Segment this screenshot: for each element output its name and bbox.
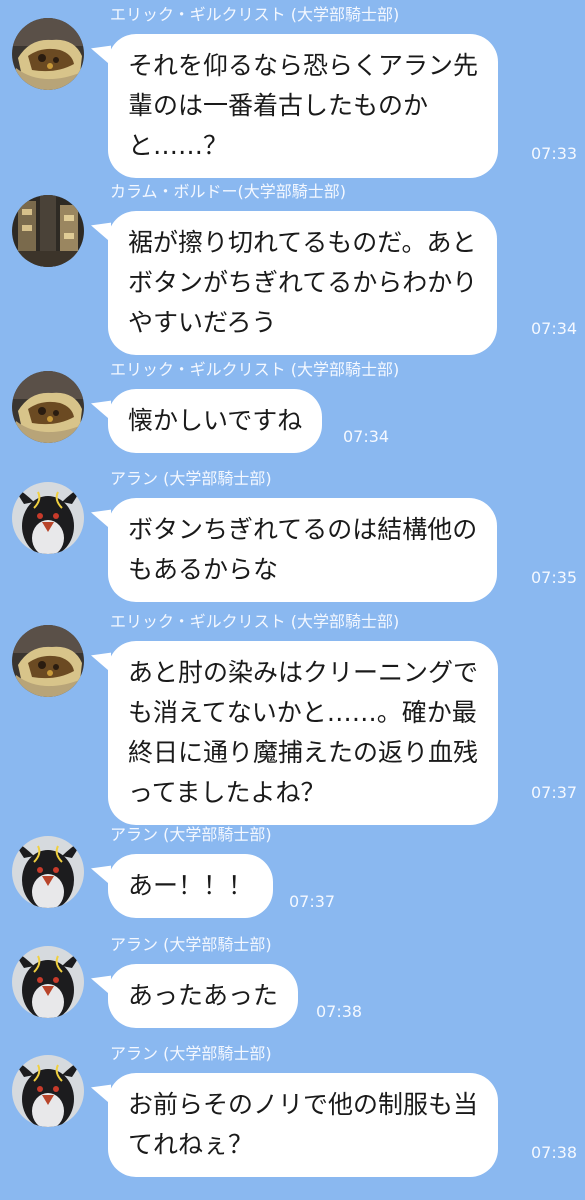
message: エリック・ギルクリスト (大学部騎士部) それを仰るなら恐らくアラン先 輩のは一… <box>0 4 585 178</box>
message: アラン (大学部騎士部) お前らそのノリで他の制服も当 てれねぇ？ 07:38 <box>0 1043 585 1178</box>
penguin-avatar-icon[interactable] <box>12 836 84 908</box>
penguin-avatar-icon[interactable] <box>12 1055 84 1127</box>
message: エリック・ギルクリスト (大学部騎士部) あと肘の染みはクリーニングで も消えて… <box>0 611 585 825</box>
message-bubble[interactable]: 裾が擦り切れてるものだ。あと ボタンがちぎれてるからわかり やすいだろう <box>108 211 498 355</box>
sender-name: アラン (大学部騎士部) <box>110 825 272 844</box>
food-avatar-icon[interactable] <box>12 625 84 697</box>
message: カラム・ボルドー(大学部騎士部) 裾が擦り切れてるものだ。あと ボタンがちぎれて… <box>0 181 585 355</box>
sender-name: アラン (大学部騎士部) <box>110 1044 272 1063</box>
message-bubble[interactable]: あったあった <box>108 964 299 1028</box>
message: エリック・ギルクリスト (大学部騎士部) 懐かしいですね 07:34 <box>0 359 585 459</box>
message-bubble[interactable]: 懐かしいですね <box>108 389 323 453</box>
message-bubble[interactable]: お前らそのノリで他の制服も当 てれねぇ？ <box>108 1073 499 1177</box>
sender-name: エリック・ギルクリスト (大学部騎士部) <box>110 360 400 379</box>
message-time: 07:37 <box>289 892 336 911</box>
message-time: 07:38 <box>531 1143 578 1162</box>
sender-name: エリック・ギルクリスト (大学部騎士部) <box>110 5 400 24</box>
message-time: 07:35 <box>531 568 578 587</box>
food-avatar-icon[interactable] <box>12 371 84 443</box>
message: アラン (大学部騎士部) あー！！！ 07:37 <box>0 824 585 924</box>
message: アラン (大学部騎士部) ボタンちぎれてるのは結構他の もあるからな 07:35 <box>0 468 585 602</box>
message-time: 07:37 <box>531 783 578 802</box>
message-bubble[interactable]: あと肘の染みはクリーニングで も消えてないかと……。確か最 終日に通り魔捕えたの… <box>108 641 499 825</box>
chat-thread[interactable]: エリック・ギルクリスト (大学部騎士部) それを仰るなら恐らくアラン先 輩のは一… <box>0 0 585 1200</box>
sender-name: アラン (大学部騎士部) <box>110 469 272 488</box>
penguin-avatar-icon[interactable] <box>12 482 84 554</box>
food-avatar-icon[interactable] <box>12 18 84 90</box>
sender-name: カラム・ボルドー(大学部騎士部) <box>110 182 347 201</box>
message-bubble[interactable]: それを仰るなら恐らくアラン先 輩のは一番着古したものか と……？ <box>108 34 499 178</box>
sender-name: エリック・ギルクリスト (大学部騎士部) <box>110 612 400 631</box>
penguin-avatar-icon[interactable] <box>12 946 84 1018</box>
message-time: 07:38 <box>316 1002 363 1021</box>
message-bubble[interactable]: ボタンちぎれてるのは結構他の もあるからな <box>108 498 498 602</box>
message-time: 07:34 <box>343 427 390 446</box>
message-time: 07:34 <box>531 319 578 338</box>
message-bubble[interactable]: あー！！！ <box>108 854 274 918</box>
sender-name: アラン (大学部騎士部) <box>110 935 272 954</box>
message: アラン (大学部騎士部) あったあった 07:38 <box>0 934 585 1034</box>
building-avatar-icon[interactable] <box>12 195 84 267</box>
message-time: 07:33 <box>531 144 578 163</box>
